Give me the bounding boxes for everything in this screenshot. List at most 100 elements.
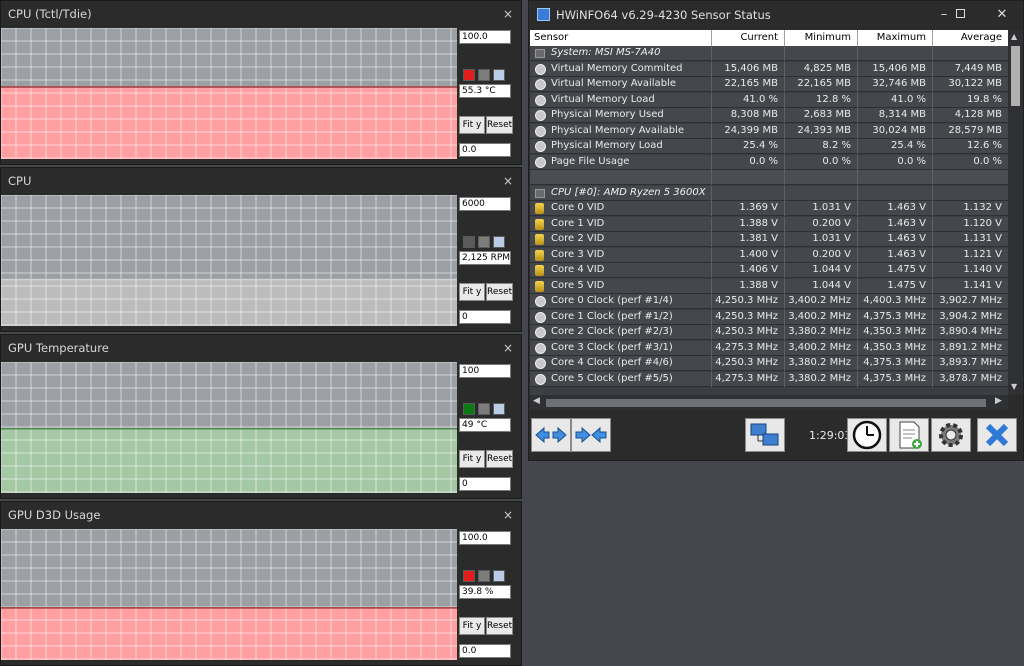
table-row[interactable]: Core 0 Clock (perf #1/4) 4,250.3 MHz 3,4… [530,294,1008,309]
table-row[interactable]: Core 5 Clock (perf #5/5) 4,275.3 MHz 3,3… [530,371,1008,387]
sensor-group-row[interactable]: CPU [#0]: AMD Ryzen 5 3600X [530,185,1008,201]
expand-all-button[interactable] [531,418,571,452]
reset-graph-button[interactable]: Reset [486,116,513,134]
sensor-name: Core 1 VID [530,216,712,232]
line-color-swatch[interactable] [463,403,475,415]
line-color-swatch[interactable] [463,69,475,81]
sensor-group-row[interactable]: System: MSI MS-7A40 [530,46,1008,61]
graph-min-field[interactable]: 0.0 [459,143,511,157]
graph-max-field[interactable]: 100 [459,364,511,378]
fit-y-button[interactable]: Fit y [459,617,485,635]
column-header-minimum[interactable]: Minimum [785,30,858,46]
close-graph-icon[interactable]: × [503,7,513,21]
sensor-current: 1.369 V [712,201,785,216]
reset-graph-button[interactable]: Reset [486,283,513,301]
scroll-thumb[interactable] [1011,46,1020,106]
sensor-minimum: 0.200 V [785,216,858,232]
background-color-swatch[interactable] [493,403,505,415]
sensor-minimum: 0.200 V [785,247,858,263]
table-row[interactable]: Core 1 Clock (perf #1/2) 4,250.3 MHz 3,4… [530,309,1008,325]
reset-graph-button[interactable]: Reset [486,617,513,635]
hwinfo-sensor-window: HWiNFO64 v6.29-4230 Sensor Status – ✕ Se… [528,0,1024,461]
fill-color-swatch[interactable] [478,570,490,582]
fit-y-button[interactable]: Fit y [459,116,485,134]
background-color-swatch[interactable] [493,69,505,81]
table-row[interactable]: Core 4 VID 1.406 V 1.044 V 1.475 V 1.140… [530,263,1008,278]
table-row[interactable]: Core 2 VID 1.381 V 1.031 V 1.463 V 1.131… [530,232,1008,247]
maximize-button[interactable] [945,5,975,25]
close-graph-icon[interactable]: × [503,508,513,522]
fill-color-swatch[interactable] [478,69,490,81]
reset-graph-button[interactable]: Reset [486,450,513,468]
vertical-scrollbar[interactable]: ▲ ▼ [1008,30,1023,395]
sensor-maximum: 1.463 V [858,232,933,247]
table-row[interactable]: Physical Memory Load 25.4 % 8.2 % 25.4 %… [530,139,1008,154]
table-row[interactable]: Physical Memory Available 24,399 MB 24,3… [530,123,1008,139]
table-row[interactable]: Core 5 VID 1.388 V 1.044 V 1.475 V 1.141… [530,278,1008,294]
graph-current-value: 39.8 % [459,585,511,599]
sensor-table: Sensor Current Minimum Maximum Average S… [530,30,1008,395]
sensor-name: Core 0 VID [530,201,712,216]
scroll-up-icon[interactable]: ▲ [1011,32,1017,41]
fit-y-button[interactable]: Fit y [459,450,485,468]
hscroll-thumb[interactable] [546,399,986,407]
graph-min-field[interactable]: 0 [459,477,511,491]
scroll-left-icon[interactable]: ◀ [533,396,540,406]
table-row[interactable]: Virtual Memory Commited 15,406 MB 4,825 … [530,61,1008,77]
collapse-all-button[interactable] [571,418,611,452]
reset-timer-button[interactable] [847,418,887,452]
column-header-current[interactable]: Current [712,30,785,46]
sensor-name: Virtual Memory Available [530,77,712,92]
elapsed-time: 1:29:03 [809,429,852,442]
sensor-average: 7,449 MB [954,62,1002,74]
blank-row[interactable] [530,170,1008,185]
logging-button[interactable] [889,418,929,452]
network-button[interactable] [745,418,785,452]
graph-min-field[interactable]: 0 [459,310,511,324]
sensor-average: 19.8 % [967,93,1002,105]
table-row[interactable]: Physical Memory Used 8,308 MB 2,683 MB 8… [530,108,1008,123]
fill-color-swatch[interactable] [478,403,490,415]
graph-max-field[interactable]: 100.0 [459,531,511,545]
table-row[interactable]: Core 0 VID 1.369 V 1.031 V 1.463 V 1.132… [530,201,1008,216]
hwinfo-title-bar[interactable]: HWiNFO64 v6.29-4230 Sensor Status – ✕ [529,1,1023,29]
horizontal-scrollbar[interactable]: ◀ ▶ [530,395,1008,410]
column-header-maximum[interactable]: Maximum [858,30,933,46]
sensor-maximum: 25.4 % [858,139,933,154]
scroll-down-icon[interactable]: ▼ [1011,382,1017,391]
graph-controls: 100.0 55.3 °C Fit y Reset 0.0 [459,28,515,159]
sensor-current: 4,275.3 MHz [712,371,785,387]
column-header-sensor[interactable]: Sensor [530,30,712,46]
table-row[interactable]: Virtual Memory Load 41.0 % 12.8 % 41.0 %… [530,92,1008,108]
close-sensors-button[interactable] [977,418,1017,452]
line-color-swatch[interactable] [463,236,475,248]
sensor-minimum: 3,380.2 MHz [785,356,858,371]
graph-max-field[interactable]: 6000 [459,197,511,211]
close-graph-icon[interactable]: × [503,174,513,188]
sensor-average: 3,878.7 MHz [939,372,1002,384]
graph-fill-area [1,428,457,493]
table-row[interactable]: Core 3 Clock (perf #3/1) 4,275.3 MHz 3,4… [530,340,1008,356]
sensor-name: Physical Memory Available [530,123,712,139]
graph-max-field[interactable]: 100.0 [459,30,511,44]
table-row[interactable]: Core 1 VID 1.388 V 0.200 V 1.463 V 1.120… [530,216,1008,232]
column-header-average[interactable]: Average [933,30,1008,46]
settings-button[interactable] [931,418,971,452]
background-color-swatch[interactable] [493,236,505,248]
graph-plot-svg [1,195,457,326]
scroll-right-icon[interactable]: ▶ [995,396,1002,406]
graph-min-field[interactable]: 0.0 [459,644,511,658]
sensor-minimum: 1.031 V [785,232,858,247]
close-graph-icon[interactable]: × [503,341,513,355]
sensor-average: 3,902.7 MHz [939,295,1002,306]
fit-y-button[interactable]: Fit y [459,283,485,301]
table-row[interactable]: Core 2 Clock (perf #2/3) 4,250.3 MHz 3,3… [530,325,1008,340]
table-row[interactable]: Core 3 VID 1.400 V 0.200 V 1.463 V 1.121… [530,247,1008,263]
close-window-button[interactable]: ✕ [987,5,1017,25]
background-color-swatch[interactable] [493,570,505,582]
line-color-swatch[interactable] [463,570,475,582]
table-row[interactable]: Page File Usage 0.0 % 0.0 % 0.0 % 0.0 % [530,154,1008,170]
table-row[interactable]: Core 4 Clock (perf #4/6) 4,250.3 MHz 3,3… [530,356,1008,371]
table-row[interactable]: Virtual Memory Available 22,165 MB 22,16… [530,77,1008,92]
fill-color-swatch[interactable] [478,236,490,248]
